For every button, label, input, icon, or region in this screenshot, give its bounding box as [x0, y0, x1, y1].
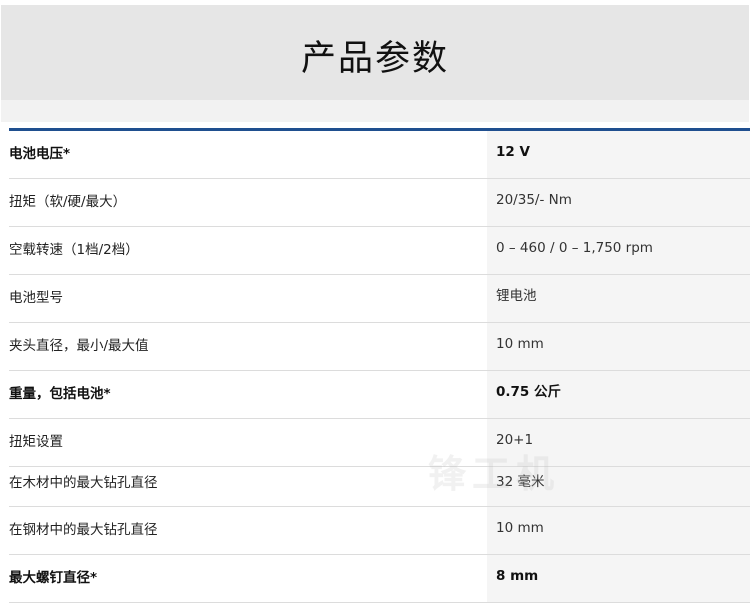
- header-strip: [1, 100, 749, 122]
- spec-label: 在钢材中的最大钻孔直径: [9, 522, 158, 538]
- spec-value: 0 – 460 / 0 – 1,750 rpm: [487, 227, 750, 274]
- spec-row: 在钢材中的最大钻孔直径 10 mm: [9, 507, 750, 555]
- spec-value: 32 毫米: [487, 467, 750, 506]
- spec-value: 20+1: [487, 419, 750, 466]
- spec-value: 10 mm: [487, 507, 750, 554]
- spec-row: 夹头直径，最小/最大值 10 mm: [9, 323, 750, 371]
- spec-label: 扭矩设置: [9, 434, 63, 450]
- spec-label: 扭矩（软/硬/最大）: [9, 194, 127, 210]
- spec-row: 电池型号 锂电池: [9, 275, 750, 323]
- spec-value: 10 mm: [487, 323, 750, 370]
- spec-label: 最大螺钉直径*: [9, 570, 98, 586]
- header-banner: 产品参数: [1, 5, 749, 100]
- spec-label: 夹头直径，最小/最大值: [9, 338, 149, 354]
- spec-row: 重量，包括电池* 0.75 公斤: [9, 371, 750, 419]
- spec-table: 电池电压* 12 V 扭矩（软/硬/最大） 20/35/- Nm 空载转速（1档…: [9, 131, 750, 603]
- spec-label: 空载转速（1档/2档）: [9, 242, 139, 258]
- spec-row: 在木材中的最大钻孔直径 32 毫米: [9, 467, 750, 507]
- spec-row: 扭矩设置 20+1: [9, 419, 750, 467]
- spec-label: 电池型号: [9, 290, 63, 306]
- spec-value: 0.75 公斤: [487, 371, 750, 418]
- spec-label: 在木材中的最大钻孔直径: [9, 475, 158, 491]
- spec-row: 电池电压* 12 V: [9, 131, 750, 179]
- spec-label: 重量，包括电池*: [9, 386, 111, 402]
- spec-value: 8 mm: [487, 555, 750, 602]
- spec-value: 锂电池: [487, 275, 750, 322]
- spec-value: 12 V: [487, 131, 750, 178]
- spec-row: 最大螺钉直径* 8 mm: [9, 555, 750, 603]
- page-title: 产品参数: [300, 39, 449, 79]
- spec-row: 扭矩（软/硬/最大） 20/35/- Nm: [9, 179, 750, 227]
- spec-label: 电池电压*: [9, 146, 71, 162]
- spec-row: 空载转速（1档/2档） 0 – 460 / 0 – 1,750 rpm: [9, 227, 750, 275]
- spec-value: 20/35/- Nm: [487, 179, 750, 226]
